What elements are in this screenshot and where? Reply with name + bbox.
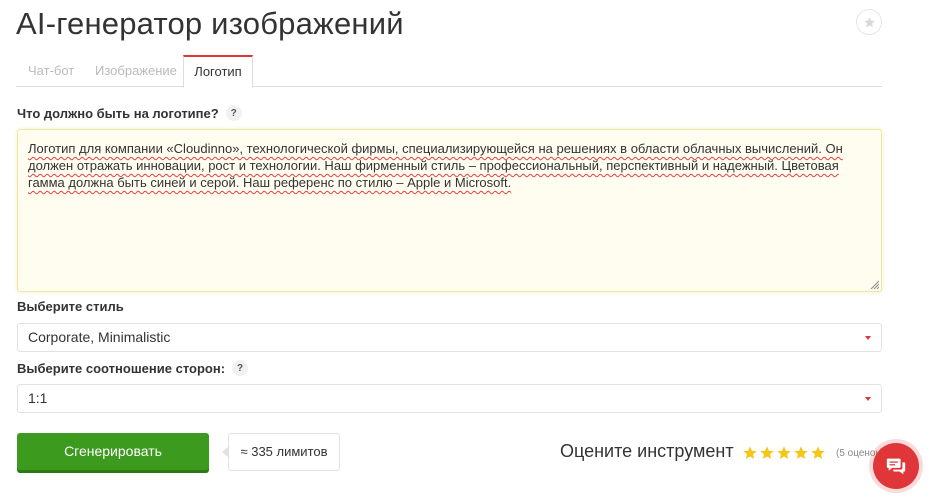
star-icon[interactable] [742,445,758,461]
tab-bar: Чат-бот Изображение Логотип [16,55,882,88]
question-icon[interactable]: ? [225,105,242,121]
style-select[interactable]: Corporate, Minimalistic [17,323,882,352]
tab-chatbot[interactable]: Чат-бот [16,55,86,87]
ratio-select-value: 1:1 [28,390,48,406]
rating-stars[interactable] [742,445,826,461]
prompt-text: Логотип для компании «Cloudinno», технол… [28,141,843,190]
style-label: Выберите стиль [17,299,124,314]
tab-image[interactable]: Изображение [83,55,189,87]
star-icon[interactable] [810,445,826,461]
prompt-label-text: Что должно быть на логотипе? [17,105,219,121]
chevron-down-icon [865,397,871,401]
page-title: AI-генератор изображений [16,6,404,41]
question-icon[interactable]: ? [232,360,249,376]
ratio-select[interactable]: 1:1 [17,384,882,413]
star-icon[interactable] [793,445,809,461]
star-icon[interactable] [776,445,792,461]
prompt-textarea[interactable]: Логотип для компании «Cloudinno», технол… [17,129,882,292]
tab-logo[interactable]: Логотип [183,55,253,88]
favorite-button[interactable] [856,9,882,35]
resize-handle-icon[interactable] [869,279,879,289]
chat-icon [886,458,906,475]
rating-label: Оцените инструмент [560,441,734,461]
star-icon [863,16,875,27]
prompt-label: Что должно быть на логотипе? ? [17,105,242,121]
chevron-down-icon [865,336,871,340]
generate-button[interactable]: Сгенерировать [17,433,209,470]
chat-button[interactable] [873,443,919,489]
star-icon[interactable] [759,445,775,461]
limits-counter: ≈ 335 лимитов [228,433,340,471]
ratio-label-text: Выберите соотношение сторон: [17,360,226,376]
style-select-value: Corporate, Minimalistic [28,329,171,345]
ratio-label: Выберите соотношение сторон: ? [17,360,249,376]
style-label-text: Выберите стиль [17,299,124,314]
